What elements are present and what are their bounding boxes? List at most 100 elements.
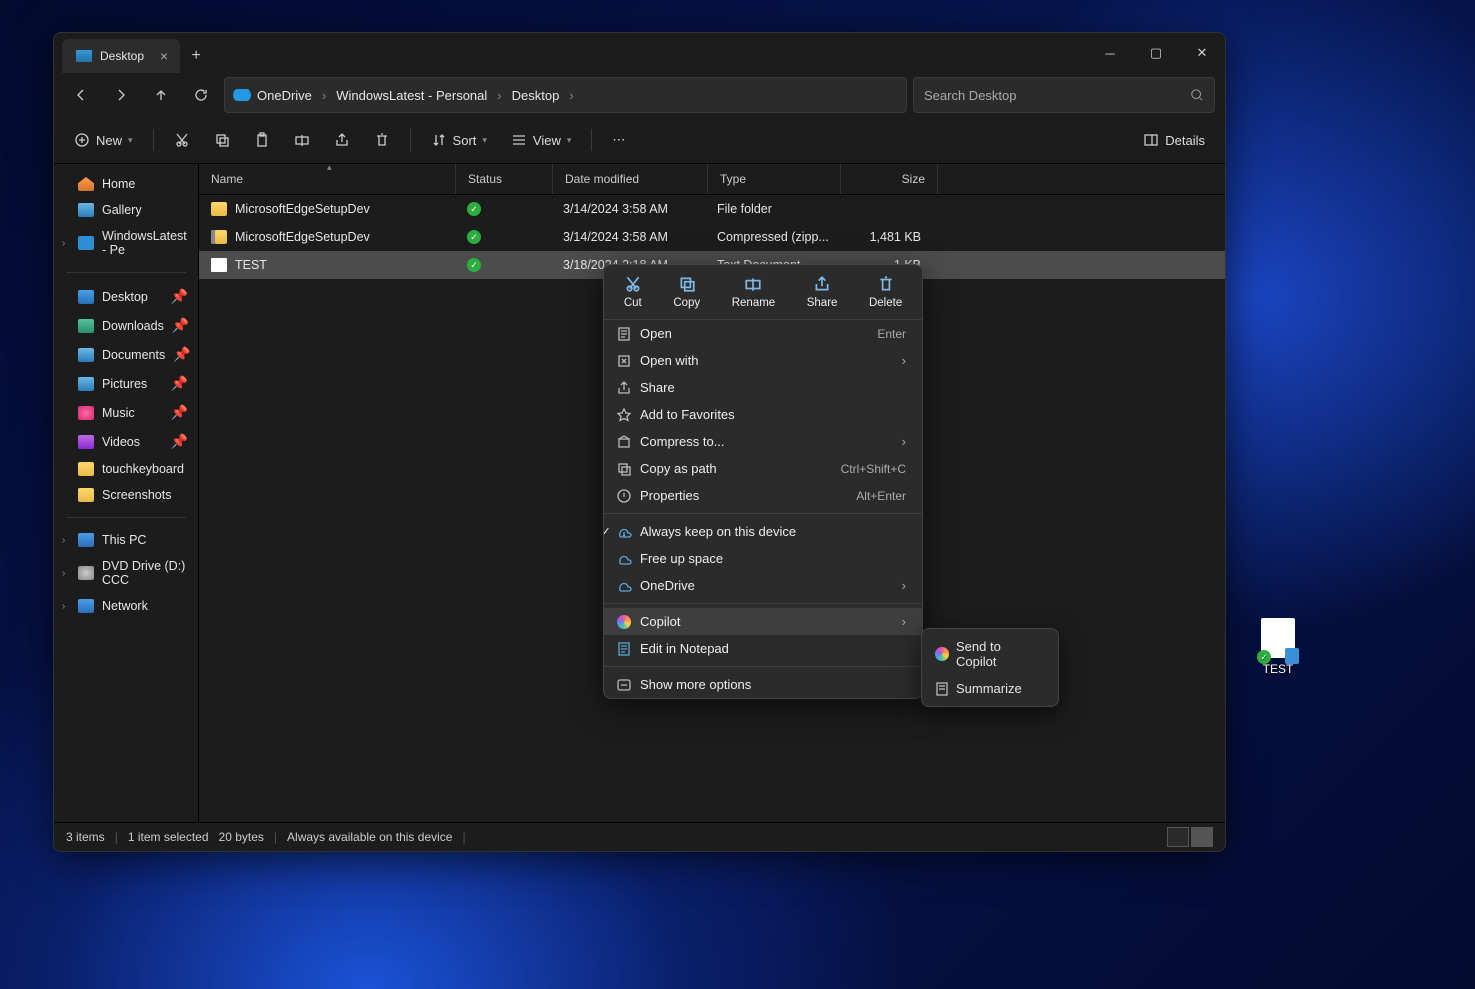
sidebar-label: Home <box>102 177 135 191</box>
sidebar-item[interactable]: Desktop📌 <box>54 283 198 310</box>
ctx-item[interactable]: Open with › <box>604 347 922 374</box>
copilot-icon <box>935 647 949 661</box>
desktop-file-test[interactable]: ✓ TEST <box>1259 618 1297 676</box>
ctx-share-button[interactable]: Share <box>799 271 846 313</box>
sidebar-label: Screenshots <box>102 488 171 502</box>
col-date[interactable]: Date modified <box>553 164 708 194</box>
sidebar-item[interactable]: Downloads📌 <box>54 312 198 339</box>
view-details-button[interactable] <box>1191 827 1213 847</box>
sidebar-item[interactable]: Documents📌 <box>54 341 198 368</box>
ctx-icon <box>616 434 632 450</box>
sidebar-icon <box>78 236 94 250</box>
ctx-cut-button[interactable]: Cut <box>616 271 650 313</box>
maximize-button[interactable]: ▢ <box>1133 33 1179 73</box>
paste-button[interactable] <box>244 123 280 157</box>
crumb-account[interactable]: WindowsLatest - Personal› <box>336 88 505 103</box>
sidebar-item[interactable]: Gallery <box>54 198 198 222</box>
new-tab-button[interactable]: + <box>180 39 212 73</box>
pin-icon: 📌 <box>171 404 188 421</box>
sidebar-item[interactable]: Music📌 <box>54 399 198 426</box>
sidebar-icon <box>78 599 94 613</box>
view-button[interactable]: View▾ <box>501 123 581 157</box>
rename-button[interactable] <box>284 123 320 157</box>
file-name: MicrosoftEdgeSetupDev <box>235 230 370 244</box>
status-ok-icon: ✓ <box>467 202 481 216</box>
col-name[interactable]: ▴Name <box>199 164 456 194</box>
ctx-show-more[interactable]: Show more options <box>604 671 922 698</box>
tab-close-button[interactable]: × <box>160 48 168 64</box>
context-quick-actions: Cut Copy Rename Share Delete <box>604 265 922 320</box>
search-input[interactable]: Search Desktop <box>913 77 1215 113</box>
sidebar-item[interactable]: Home <box>54 172 198 196</box>
ctx-extra-item[interactable]: Copilot › <box>604 608 922 635</box>
status-selected: 1 item selected <box>128 830 209 844</box>
ctx-sync-item[interactable]: Free up space <box>604 545 922 572</box>
show-more-icon <box>616 677 632 693</box>
crumb-onedrive[interactable]: OneDrive› <box>257 88 330 103</box>
ctx-item[interactable]: Compress to... › <box>604 428 922 455</box>
ctx-extra-item[interactable]: Edit in Notepad <box>604 635 922 662</box>
breadcrumb-bar[interactable]: OneDrive› WindowsLatest - Personal› Desk… <box>224 77 907 113</box>
sidebar-item[interactable]: Pictures📌 <box>54 370 198 397</box>
file-row[interactable]: MicrosoftEdgeSetupDev ✓ 3/14/2024 3:58 A… <box>199 195 1225 223</box>
cut-button[interactable] <box>164 123 200 157</box>
ctx-item[interactable]: Open Enter <box>604 320 922 347</box>
ctx-sync-item[interactable]: OneDrive › <box>604 572 922 599</box>
ctx-item[interactable]: Copy as path Ctrl+Shift+C <box>604 455 922 482</box>
col-size[interactable]: Size <box>841 164 938 194</box>
sidebar-item[interactable]: Screenshots <box>54 483 198 507</box>
sidebar-item[interactable]: ›This PC <box>54 528 198 552</box>
shortcut-hint: Ctrl+Shift+C <box>841 462 906 476</box>
new-button[interactable]: New▾ <box>64 123 143 157</box>
sidebar-item[interactable]: Videos📌 <box>54 428 198 455</box>
submenu-arrow: › <box>902 353 906 368</box>
delete-button[interactable] <box>364 123 400 157</box>
submenu-arrow: › <box>902 434 906 449</box>
ctx-item[interactable]: Share <box>604 374 922 401</box>
up-button[interactable] <box>144 79 178 111</box>
cloud-icon <box>616 578 632 594</box>
share-button[interactable] <box>324 123 360 157</box>
text-badge <box>1285 648 1299 664</box>
expand-caret[interactable]: › <box>62 568 65 579</box>
pin-icon: 📌 <box>171 288 188 305</box>
ctx-rename-button[interactable]: Rename <box>724 271 783 313</box>
forward-button[interactable] <box>104 79 138 111</box>
tab-desktop[interactable]: Desktop × <box>62 39 180 73</box>
details-button[interactable]: Details <box>1133 123 1215 157</box>
ctx-sync-item[interactable]: ✓ Always keep on this device <box>604 518 922 545</box>
ctx-delete-button[interactable]: Delete <box>861 271 910 313</box>
expand-caret[interactable]: › <box>62 238 65 249</box>
view-list-button[interactable] <box>1167 827 1189 847</box>
expand-caret[interactable]: › <box>62 535 65 546</box>
submenu-item[interactable]: Summarize <box>922 675 1058 702</box>
more-button[interactable]: ⋯ <box>602 123 635 157</box>
copy-button[interactable] <box>204 123 240 157</box>
sort-button[interactable]: Sort▾ <box>421 123 497 157</box>
sidebar-item[interactable]: ›DVD Drive (D:) CCC <box>54 554 198 592</box>
ctx-copy-button[interactable]: Copy <box>665 271 708 313</box>
minimize-button[interactable]: ─ <box>1087 33 1133 73</box>
sidebar-icon <box>78 533 94 547</box>
ctx-item[interactable]: Add to Favorites <box>604 401 922 428</box>
expand-caret[interactable]: › <box>62 601 65 612</box>
cloud-icon <box>616 551 632 567</box>
file-row[interactable]: MicrosoftEdgeSetupDev ✓ 3/14/2024 3:58 A… <box>199 223 1225 251</box>
refresh-button[interactable] <box>184 79 218 111</box>
sidebar-item[interactable]: ›Network <box>54 594 198 618</box>
crumb-desktop[interactable]: Desktop› <box>512 88 578 103</box>
status-count: 3 items <box>66 830 105 844</box>
ctx-icon <box>616 353 632 369</box>
sidebar-item[interactable]: touchkeyboard <box>54 457 198 481</box>
col-status[interactable]: Status <box>456 164 553 194</box>
file-icon <box>211 202 227 216</box>
close-button[interactable]: ✕ <box>1179 33 1225 73</box>
back-button[interactable] <box>64 79 98 111</box>
cloud-icon <box>616 524 632 540</box>
sidebar-item[interactable]: ›WindowsLatest - Pe <box>54 224 198 262</box>
file-icon <box>211 230 227 244</box>
ctx-item[interactable]: Properties Alt+Enter <box>604 482 922 509</box>
col-type[interactable]: Type <box>708 164 841 194</box>
ctx-icon <box>616 488 632 504</box>
submenu-item[interactable]: Send to Copilot <box>922 633 1058 675</box>
